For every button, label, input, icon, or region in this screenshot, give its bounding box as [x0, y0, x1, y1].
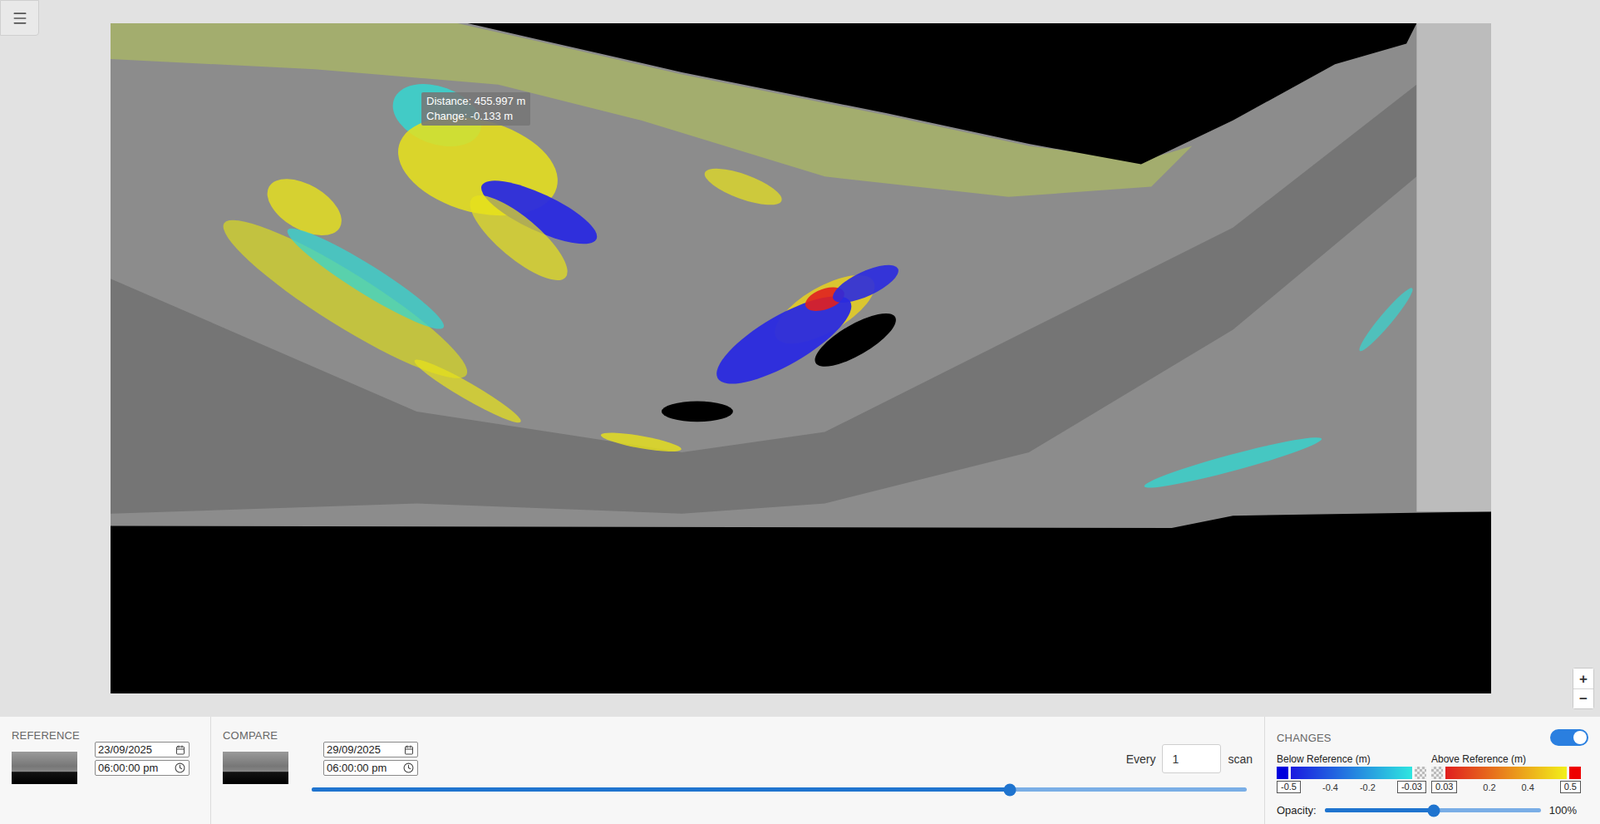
time-input[interactable]: 06:00:00 pm [323, 759, 419, 776]
slider-fill [311, 787, 1010, 792]
compare-inputs: 29/09/202506:00:00 pm [305, 741, 419, 776]
reference-section: REFERENCE23/09/202506:00:00 pm [0, 716, 212, 824]
gradient-bar [1445, 766, 1567, 779]
change-patch [600, 428, 683, 456]
slider-thumb[interactable] [1004, 782, 1017, 796]
zoom-button[interactable]: + [1573, 668, 1594, 689]
background [110, 23, 1492, 694]
legend-values: 0.03 0.2 0.4 0.5 [1431, 780, 1581, 793]
legend-tick: 0.4 [1521, 782, 1535, 793]
opacity-slider[interactable] [1324, 807, 1541, 813]
gradient-bar [1290, 766, 1413, 779]
changes-section: CHANGESBelow Reference (m)-0.5-0.4-0.2-0… [1265, 716, 1600, 824]
min-input[interactable]: 0.03 [1431, 780, 1458, 793]
legend-title: Above Reference (m) [1431, 753, 1581, 765]
section-label: REFERENCE [11, 728, 199, 742]
end-swatch [1569, 766, 1581, 779]
change-patch [700, 161, 786, 212]
reference-thumbnail [11, 751, 78, 784]
toggle-knob [1573, 730, 1587, 744]
calendar-icon[interactable] [175, 744, 186, 755]
slider-fill [1324, 807, 1434, 813]
max-input[interactable]: 0.5 [1560, 780, 1581, 793]
sky-void [467, 23, 1418, 165]
calendar-icon[interactable] [403, 744, 414, 755]
change-viewer: Distance: 455.997 mChange: -0.133 m +− REF… [0, 0, 1600, 824]
change-patch [458, 182, 579, 293]
legend-tick: -0.2 [1359, 782, 1376, 793]
section-label: CHANGES [1276, 731, 1332, 744]
point-cloud-view[interactable]: Distance: 455.997 mChange: -0.133 m [110, 23, 1492, 694]
legends: Below Reference (m) -0.5 -0.4 -0.2 -0.03 Abov… [1276, 753, 1589, 793]
legend-bar [1431, 766, 1581, 779]
legend-title: Below Reference (m) [1276, 753, 1427, 765]
slider-track[interactable] [311, 787, 1247, 792]
view-area: Distance: 455.997 mChange: -0.133 m +− [0, 0, 1600, 717]
threshold-swatch [1414, 766, 1427, 779]
end-swatch [1276, 766, 1289, 779]
legend-values: -0.5 -0.4 -0.2 -0.03 [1276, 780, 1427, 793]
bright-strip [1416, 23, 1492, 512]
date-time-inputs: 29/09/202506:00:00 pm [323, 741, 419, 776]
control-panel: REFERENCE23/09/202506:00:00 pmCOMPARE29/… [0, 716, 1600, 824]
time-input[interactable]: 06:00:00 pm [94, 759, 190, 776]
every-input[interactable]: 1 [1161, 743, 1221, 773]
change-patch [661, 401, 734, 423]
min-input[interactable]: -0.5 [1276, 780, 1301, 793]
below-legend: Below Reference (m) -0.5 -0.4 -0.2 -0.03 [1276, 753, 1427, 793]
date-input[interactable]: 29/09/2025 [323, 741, 419, 758]
clock-icon[interactable] [174, 762, 186, 773]
point-cloud-render [110, 23, 1492, 694]
change-patch [1354, 284, 1417, 355]
legend-bar [1276, 766, 1427, 779]
clock-icon[interactable] [403, 762, 414, 773]
compare-section: COMPARE29/09/202506:00:00 pm Every1scan [211, 716, 1266, 824]
threshold-swatch [1431, 766, 1443, 779]
menu-button[interactable] [0, 0, 40, 36]
section-label: COMPARE [222, 728, 1253, 742]
legend-tick: 0.2 [1482, 782, 1496, 793]
measure-tooltip: Distance: 455.997 mChange: -0.133 m [421, 92, 531, 126]
compare-thumbnail [222, 751, 289, 784]
date-time-inputs: 23/09/202506:00:00 pm [94, 741, 190, 776]
change-patch [1142, 430, 1325, 494]
legend-tick: -0.4 [1322, 782, 1339, 793]
above-legend: Above Reference (m) 0.03 0.2 0.4 0.5 [1431, 753, 1581, 793]
change-patch [410, 353, 525, 429]
opacity-row: Opacity:100% [1276, 803, 1589, 817]
max-input[interactable]: -0.03 [1397, 780, 1427, 793]
rock-face [110, 23, 1492, 528]
change-patch [827, 257, 903, 311]
date-input[interactable]: 23/09/2025 [94, 741, 190, 758]
menu-icon[interactable] [11, 9, 29, 27]
zoom-button[interactable]: − [1573, 688, 1594, 709]
change-patch [807, 303, 903, 376]
change-patch [280, 217, 452, 340]
zoom-controls: +− [1572, 667, 1595, 709]
compare-slider[interactable] [311, 787, 1247, 792]
changes-toggle[interactable] [1550, 728, 1589, 746]
slider-thumb[interactable] [1427, 803, 1440, 817]
every-control: Every1scan [1126, 743, 1253, 773]
